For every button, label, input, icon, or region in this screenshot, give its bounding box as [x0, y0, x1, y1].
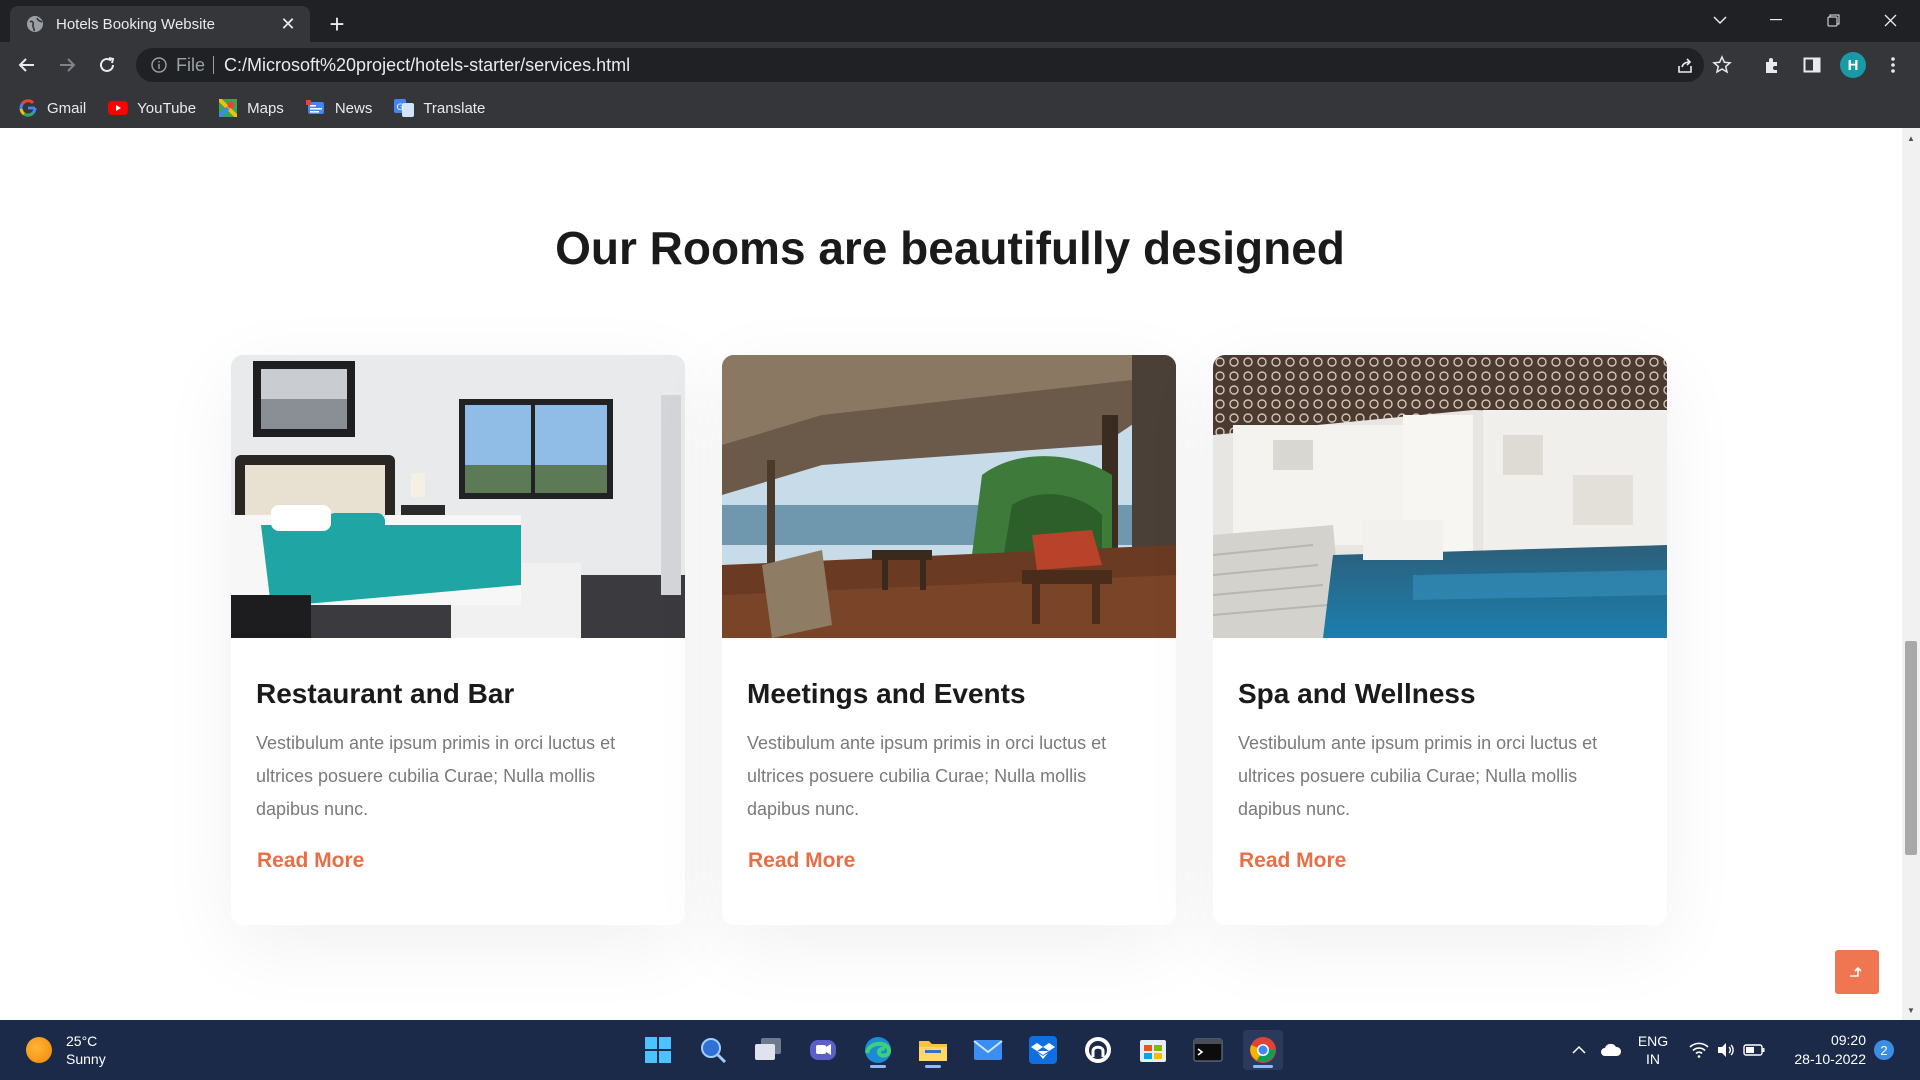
- region-code: IN: [1646, 1051, 1660, 1067]
- tab-search-chevron-icon[interactable]: [1700, 4, 1740, 36]
- news-icon: [305, 98, 326, 118]
- share-icon[interactable]: [1674, 55, 1696, 77]
- vertical-scrollbar[interactable]: ▲ ▼: [1902, 128, 1920, 1020]
- browser-toolbar: File C:/Microsoft%20project/hotels-start…: [0, 42, 1920, 88]
- bookmark-gmail[interactable]: Gmail: [18, 98, 86, 118]
- read-more-link[interactable]: Read More: [257, 849, 364, 873]
- read-more-link[interactable]: Read More: [748, 849, 855, 873]
- close-tab-icon[interactable]: ✕: [278, 14, 298, 34]
- card-description: Vestibulum ante ipsum primis in orci luc…: [256, 733, 616, 819]
- bookmark-label: Maps: [247, 99, 284, 117]
- bookmark-label: Translate: [423, 99, 486, 117]
- teams-chat-icon[interactable]: [803, 1030, 843, 1070]
- volume-icon[interactable]: [1715, 1036, 1737, 1064]
- file-explorer-icon[interactable]: [913, 1030, 953, 1070]
- section-title: Our Rooms are beautifully designed: [555, 222, 1345, 274]
- bookmarks-bar: Gmail YouTube Maps News G Translate: [0, 88, 1920, 128]
- read-more-link[interactable]: Read More: [1239, 849, 1346, 873]
- notification-badge[interactable]: 2: [1874, 1040, 1894, 1060]
- beach-veranda-photo: [722, 355, 1176, 638]
- scheme-label: File: [176, 54, 206, 75]
- bookmark-news[interactable]: News: [305, 98, 373, 118]
- back-arrow-icon[interactable]: [12, 50, 42, 80]
- running-indicator: [870, 1065, 886, 1068]
- battery-icon[interactable]: [1742, 1036, 1766, 1064]
- side-panel-icon[interactable]: [1797, 50, 1827, 80]
- reload-icon[interactable]: [92, 50, 122, 80]
- onedrive-cloud-icon[interactable]: [1598, 1036, 1624, 1064]
- edge-icon[interactable]: [858, 1030, 898, 1070]
- service-card: Meetings and Events Vestibulum ante ipsu…: [722, 355, 1176, 925]
- bookmark-label: Gmail: [47, 99, 87, 117]
- bookmark-maps[interactable]: Maps: [218, 98, 284, 118]
- card-title: Spa and Wellness: [1238, 678, 1476, 709]
- scroll-up-arrow-icon[interactable]: ▲: [1902, 130, 1920, 146]
- language-code: ENG: [1637, 1033, 1669, 1049]
- address-bar[interactable]: File C:/Microsoft%20project/hotels-start…: [136, 48, 1704, 82]
- back-to-top-button[interactable]: [1835, 950, 1879, 994]
- mail-icon[interactable]: [968, 1030, 1008, 1070]
- card-description: Vestibulum ante ipsum primis in orci luc…: [747, 733, 1107, 819]
- bedroom-photo: [231, 355, 685, 638]
- menu-kebab-icon[interactable]: [1878, 50, 1908, 80]
- bookmark-translate[interactable]: G Translate: [394, 98, 485, 118]
- translate-icon: G: [394, 98, 415, 118]
- windows-taskbar: 25°C Sunny ENG IN 09:20 28-10-2022 2: [0, 1020, 1920, 1080]
- google-icon: [18, 98, 38, 118]
- sun-icon: [26, 1037, 52, 1063]
- chrome-icon[interactable]: [1243, 1030, 1283, 1070]
- spa-pool-photo: [1213, 355, 1667, 638]
- svg-text:G: G: [397, 103, 404, 113]
- card-description: Vestibulum ante ipsum primis in orci luc…: [1238, 733, 1598, 819]
- running-indicator: [925, 1065, 941, 1068]
- service-card: Spa and Wellness Vestibulum ante ipsum p…: [1213, 355, 1667, 925]
- bookmark-star-icon[interactable]: [1707, 50, 1737, 80]
- youtube-icon: [108, 98, 129, 118]
- arrow-up-right-icon: [1850, 966, 1862, 977]
- tab-title: Hotels Booking Website: [56, 15, 215, 33]
- microsoft-store-icon[interactable]: [1133, 1030, 1173, 1070]
- scrollbar-thumb[interactable]: [1905, 641, 1917, 855]
- maps-icon: [218, 98, 238, 118]
- running-indicator: [1253, 1065, 1273, 1068]
- bookmark-label: News: [334, 99, 373, 117]
- browser-tab[interactable]: Hotels Booking Website ✕: [10, 6, 310, 42]
- page-viewport: Our Rooms are beautifully designed Resta…: [0, 128, 1920, 1020]
- close-window-button[interactable]: [1870, 4, 1910, 36]
- bookmark-label: YouTube: [137, 99, 197, 117]
- dropbox-icon[interactable]: [1023, 1030, 1063, 1070]
- task-view-icon[interactable]: [748, 1030, 788, 1070]
- clock-time: 09:20: [1830, 1032, 1866, 1048]
- profile-avatar[interactable]: H: [1838, 50, 1868, 80]
- minimize-button[interactable]: [1756, 4, 1796, 36]
- forward-arrow-icon[interactable]: [52, 50, 82, 80]
- start-icon[interactable]: [638, 1030, 678, 1070]
- globe-icon: [26, 15, 44, 33]
- profile-initial: H: [1840, 52, 1866, 78]
- github-icon[interactable]: [1078, 1030, 1118, 1070]
- weather-widget[interactable]: 25°C Sunny: [26, 1032, 106, 1068]
- show-hidden-icons-chevron-icon[interactable]: [1568, 1036, 1590, 1064]
- card-title: Meetings and Events: [747, 678, 1026, 709]
- new-tab-button[interactable]: +: [322, 9, 352, 39]
- language-indicator[interactable]: ENG IN: [1634, 1033, 1672, 1067]
- card-title: Restaurant and Bar: [256, 678, 515, 709]
- wifi-icon[interactable]: [1688, 1036, 1710, 1064]
- clock-date: 28-10-2022: [1794, 1051, 1866, 1067]
- restore-button[interactable]: [1813, 4, 1853, 36]
- weather-temperature: 25°C: [66, 1033, 98, 1049]
- service-card: Restaurant and Bar Vestibulum ante ipsum…: [231, 355, 685, 925]
- extensions-icon[interactable]: [1757, 50, 1787, 80]
- search-icon[interactable]: [693, 1030, 733, 1070]
- clock[interactable]: 09:20 28-10-2022: [1776, 1031, 1866, 1069]
- omnibox-divider: [213, 56, 215, 74]
- bookmark-youtube[interactable]: YouTube: [108, 98, 196, 118]
- url-text[interactable]: C:/Microsoft%20project/hotels-starter/se…: [224, 55, 1704, 76]
- info-icon[interactable]: [150, 56, 168, 74]
- browser-tab-bar: Hotels Booking Website ✕ +: [0, 0, 1920, 42]
- weather-condition: Sunny: [66, 1051, 106, 1067]
- scroll-down-arrow-icon[interactable]: ▼: [1902, 1002, 1920, 1018]
- terminal-icon[interactable]: [1188, 1030, 1228, 1070]
